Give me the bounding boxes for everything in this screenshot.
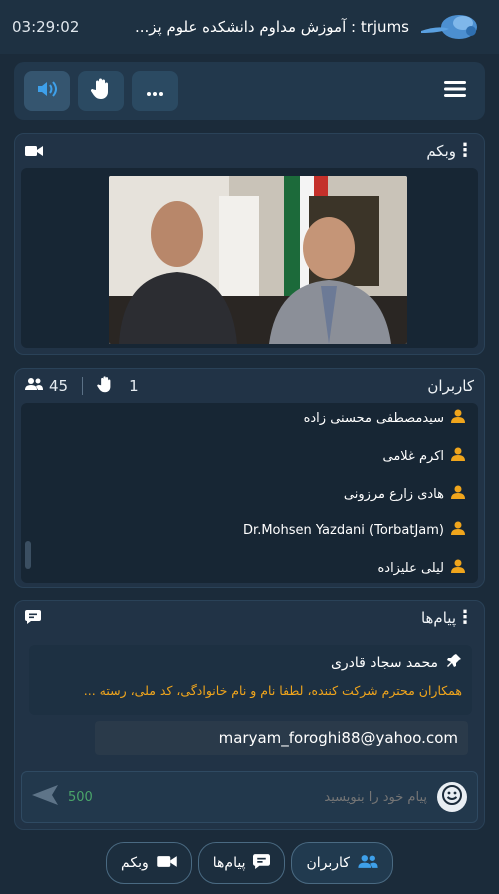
list-item[interactable]: سیدمصطفی محسنی زاده — [304, 409, 466, 427]
emoji-icon — [441, 784, 463, 810]
users-panel-title: کاربران — [427, 377, 474, 395]
user-name: هادی زارع مرزونی — [343, 486, 444, 502]
messages-options-icon[interactable]: ⋮ — [456, 609, 474, 627]
toolbar — [14, 62, 485, 120]
room-title: trjums : آموزش مداوم دانشکده علوم پز... — [134, 18, 409, 36]
raise-hand-icon — [90, 78, 111, 104]
users-group-icon — [358, 854, 378, 873]
app-header: 03:29:02 trjums : آموزش مداوم دانشکده عل… — [0, 0, 499, 54]
user-icon — [450, 447, 466, 465]
webcam-area — [21, 168, 478, 348]
user-icon — [450, 485, 466, 503]
send-button[interactable] — [32, 785, 62, 809]
speaker-icon — [36, 80, 58, 102]
pin-icon — [446, 653, 462, 673]
messages-panel-header: ⋮ پیام‌ها — [15, 601, 484, 635]
nav-messages-label: پیام‌ها — [212, 855, 246, 871]
webcam-panel: ⋮ وبکم — [14, 133, 485, 355]
hamburger-icon — [444, 80, 466, 102]
list-item[interactable]: اکرم غلامی — [382, 447, 466, 465]
speaker-button[interactable] — [24, 71, 70, 111]
webcam-video[interactable] — [109, 176, 407, 344]
more-icon — [146, 82, 164, 101]
user-name: لیلی علیزاده — [377, 560, 444, 576]
video-camera-icon[interactable] — [25, 142, 43, 161]
webcam-panel-title: وبکم — [426, 142, 456, 160]
list-item[interactable]: لیلی علیزاده — [377, 559, 466, 577]
video-camera-icon — [157, 855, 177, 872]
emoji-button[interactable] — [437, 782, 467, 812]
message-bubble: maryam_foroghi88@yahoo.com — [95, 721, 468, 755]
user-name: اکرم غلامی — [382, 448, 444, 464]
nav-users-label: کاربران — [306, 855, 350, 871]
chat-bubble-icon — [253, 853, 271, 873]
nav-users-button[interactable]: کاربران — [291, 842, 393, 884]
users-panel-header: 45 1 کاربران — [15, 369, 484, 403]
raise-hand-button[interactable] — [78, 71, 124, 111]
chat-bubble-icon — [25, 609, 41, 628]
user-count: 45 — [49, 377, 69, 395]
user-list: سیدمصطفی محسنی زاده اکرم غلامی هادی زارع… — [21, 403, 478, 583]
message-input[interactable] — [112, 789, 437, 805]
more-button[interactable] — [132, 71, 178, 111]
pinned-message: محمد سجاد قادری همکاران محترم شرکت کننده… — [29, 645, 472, 715]
user-icon — [450, 559, 466, 577]
pinned-author: محمد سجاد قادری — [330, 655, 438, 671]
user-list-scrollbar[interactable] — [25, 541, 31, 569]
messages-panel: ⋮ پیام‌ها محمد سجاد قادری همکاران محترم … — [14, 600, 485, 830]
webcam-options-icon[interactable]: ⋮ — [456, 142, 474, 160]
logo-icon — [417, 10, 487, 44]
list-item[interactable]: هادی زارع مرزونی — [344, 485, 466, 503]
raise-hand-icon — [97, 375, 113, 397]
list-item[interactable]: Dr.Mohsen Yazdani (TorbatJam) — [243, 521, 466, 539]
user-icon — [450, 521, 466, 539]
nav-webcam-label: وبکم — [121, 855, 149, 871]
webcam-panel-header: ⋮ وبکم — [15, 134, 484, 168]
raised-hands-count: 1 — [129, 377, 139, 395]
user-name: سیدمصطفی محسنی زاده — [303, 410, 444, 426]
session-clock: 03:29:02 — [12, 18, 80, 36]
char-counter: 500 — [68, 789, 93, 805]
user-icon — [450, 409, 466, 427]
bottom-nav: کاربران پیام‌ها وبکم — [0, 842, 499, 894]
nav-webcam-button[interactable]: وبکم — [106, 842, 192, 884]
message-composer: 500 — [21, 771, 478, 823]
users-panel: 45 1 کاربران سیدمصطفی محسنی زاده اکرم غل… — [14, 368, 485, 588]
pinned-text: همکاران محترم شرکت کننده، لطفا نام و نام… — [83, 683, 462, 698]
send-icon — [32, 785, 58, 809]
nav-messages-button[interactable]: پیام‌ها — [197, 842, 286, 884]
users-group-icon — [25, 377, 43, 395]
messages-panel-title: پیام‌ها — [420, 609, 456, 627]
user-name: Dr.Mohsen Yazdani (TorbatJam) — [243, 522, 444, 538]
menu-button[interactable] — [435, 71, 475, 111]
divider — [82, 377, 84, 395]
